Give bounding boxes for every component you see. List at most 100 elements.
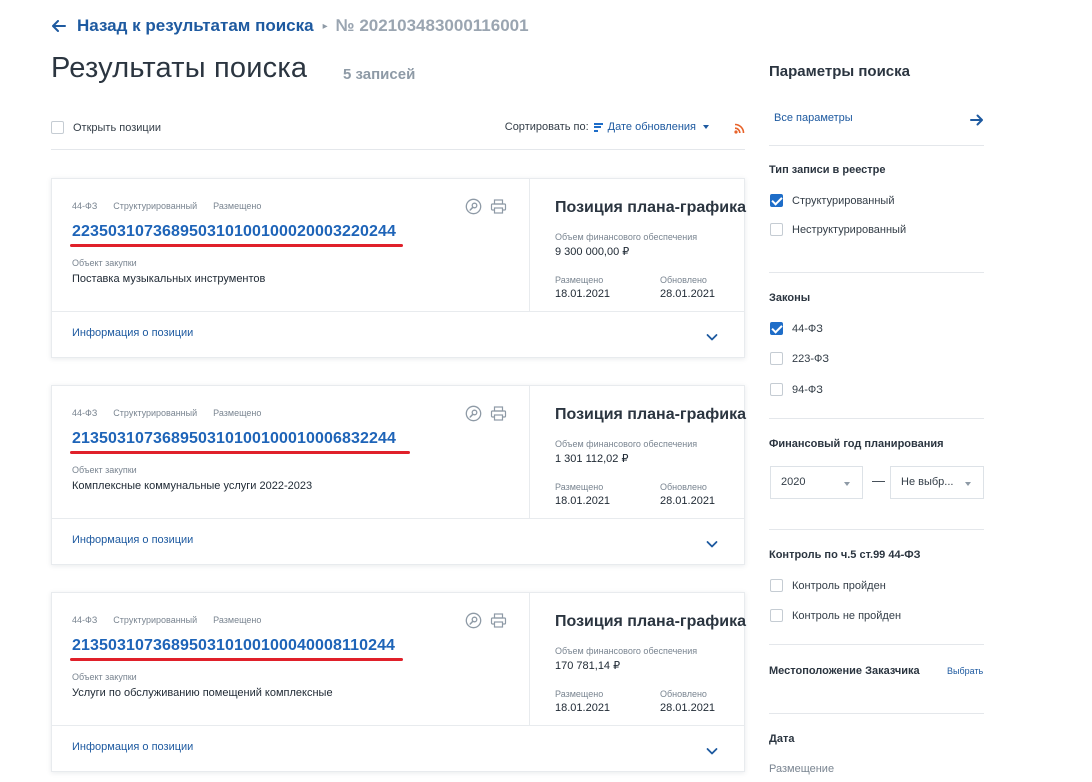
updated-label: Обновлено	[660, 275, 707, 285]
search-document-icon[interactable]	[465, 405, 482, 422]
divider	[769, 713, 984, 714]
fin-year-to-select[interactable]: Не выбр...	[890, 466, 984, 499]
placed-label: Размещено	[555, 689, 604, 699]
filters-title: Параметры поиска	[769, 63, 910, 80]
object-label: Объект закупки	[72, 672, 137, 682]
placed-label: Размещено	[555, 275, 604, 285]
filter-option-control-failed[interactable]: Контроль не пройден	[770, 609, 901, 622]
position-info-link[interactable]: Информация о позиции	[72, 534, 193, 546]
divider	[769, 145, 984, 146]
position-info-link[interactable]: Информация о позиции	[72, 327, 193, 339]
updated-date: 28.01.2021	[660, 288, 716, 300]
financing-value: 9 300 000,00 ₽	[555, 246, 630, 258]
open-positions-checkbox[interactable]	[51, 121, 64, 134]
object-value: Поставка музыкальных инструментов	[72, 273, 266, 285]
filter-option-structured[interactable]: Структурированный	[770, 194, 895, 207]
card-footer[interactable]: Информация о позиции	[52, 311, 744, 357]
card-footer[interactable]: Информация о позиции	[52, 518, 744, 564]
checkbox[interactable]	[770, 383, 783, 396]
card-side: Позиция плана-графика Объем финансового …	[531, 593, 746, 725]
card-footer[interactable]: Информация о позиции	[52, 725, 744, 771]
status-tag: Размещено	[213, 408, 262, 418]
checkbox-checked[interactable]	[770, 194, 783, 207]
law-tag: 44-ФЗ	[72, 408, 98, 418]
checkbox-checked[interactable]	[770, 322, 783, 335]
sort-icon	[593, 122, 603, 132]
financing-label: Объем финансового обеспечения	[555, 232, 698, 242]
divider	[769, 418, 984, 419]
range-dash: —	[872, 473, 885, 488]
financing-value: 170 781,14 ₽	[555, 660, 621, 672]
updated-label: Обновлено	[660, 482, 707, 492]
select-value: 2020	[781, 476, 806, 488]
sort-dropdown[interactable]: Дате обновления	[608, 121, 696, 133]
date-title: Дата	[769, 733, 795, 745]
fin-year-from-select[interactable]: 2020	[770, 466, 863, 499]
position-info-link[interactable]: Информация о позиции	[72, 741, 193, 753]
option-label: 94-ФЗ	[792, 383, 823, 396]
chevron-down-icon	[844, 482, 850, 486]
checkbox[interactable]	[770, 579, 783, 592]
chevron-down-icon[interactable]	[703, 125, 709, 129]
chevron-down-icon	[965, 482, 971, 486]
updated-date: 28.01.2021	[660, 702, 716, 714]
card-main: 44-ФЗ Структурированный Размещено 213503…	[52, 593, 530, 725]
search-document-icon[interactable]	[465, 198, 482, 215]
placed-label: Размещено	[555, 482, 604, 492]
fin-year-title: Финансовый год планирования	[769, 438, 944, 450]
filter-option-223fz[interactable]: 223-ФЗ	[770, 352, 829, 365]
option-label: Неструктурированный	[792, 223, 907, 236]
card-side: Позиция плана-графика Объем финансового …	[531, 179, 746, 311]
breadcrumb-separator-icon: ▸	[322, 20, 328, 32]
card-main: 44-ФЗ Структурированный Размещено 213503…	[52, 386, 530, 518]
card-actions	[465, 405, 515, 422]
chevron-down-icon[interactable]	[706, 743, 718, 755]
print-icon[interactable]	[490, 198, 507, 215]
print-icon[interactable]	[490, 612, 507, 629]
sort-label: Сортировать по:	[504, 121, 589, 133]
card-main: 44-ФЗ Структурированный Размещено 223503…	[52, 179, 530, 311]
filter-option-control-passed[interactable]: Контроль пройден	[770, 579, 886, 592]
all-params-link[interactable]: Все параметры	[774, 112, 853, 124]
placed-date: 18.01.2021	[555, 702, 611, 714]
option-label: Структурированный	[792, 194, 895, 207]
option-label: 223-ФЗ	[792, 352, 830, 365]
divider	[769, 644, 984, 645]
card-actions	[465, 612, 515, 629]
back-to-results-link[interactable]: Назад к результатам поиска	[77, 16, 314, 36]
object-value: Услуги по обслуживанию помещений комплек…	[72, 687, 333, 699]
filter-option-94fz[interactable]: 94-ФЗ	[770, 383, 823, 396]
highlight-underline	[70, 244, 403, 247]
financing-label: Объем финансового обеспечения	[555, 439, 698, 449]
arrow-right-icon[interactable]	[969, 112, 985, 128]
financing-value: 1 301 112,02 ₽	[555, 453, 629, 465]
placed-date: 18.01.2021	[555, 288, 611, 300]
page-title: Результаты поиска	[51, 52, 308, 84]
rss-icon[interactable]	[734, 121, 745, 134]
filter-option-44fz[interactable]: 44-ФЗ	[770, 322, 823, 335]
object-value: Комплексные коммунальные услуги 2022-202…	[72, 480, 313, 492]
checkbox[interactable]	[770, 609, 783, 622]
card-tags: 44-ФЗ Структурированный Размещено	[72, 615, 277, 625]
registry-number-link[interactable]: 213503107368950310100100010006832244	[72, 430, 396, 448]
chevron-down-icon[interactable]	[706, 536, 718, 548]
filter-option-unstructured[interactable]: Неструктурированный	[770, 223, 906, 236]
placed-date: 18.01.2021	[555, 495, 611, 507]
updated-date: 28.01.2021	[660, 495, 716, 507]
registry-number-link[interactable]: 213503107368950310100100040008110244	[72, 637, 395, 655]
back-arrow-icon[interactable]	[51, 18, 67, 34]
results-toolbar: Открыть позиции Сортировать по: Дате обн…	[51, 116, 745, 150]
print-icon[interactable]	[490, 405, 507, 422]
option-label: Контроль не пройден	[792, 609, 902, 622]
checkbox[interactable]	[770, 352, 783, 365]
location-choose-link[interactable]: Выбрать	[947, 666, 983, 676]
location-title: Местоположение Заказчика	[769, 665, 920, 677]
position-title: Позиция плана-графика	[555, 613, 746, 630]
checkbox[interactable]	[770, 223, 783, 236]
divider	[769, 529, 984, 530]
open-positions-toggle[interactable]: Открыть позиции	[51, 121, 161, 134]
search-document-icon[interactable]	[465, 612, 482, 629]
chevron-down-icon[interactable]	[706, 329, 718, 341]
registry-number-link[interactable]: 223503107368950310100100020003220244	[72, 223, 396, 241]
status-tag: Размещено	[213, 201, 262, 211]
